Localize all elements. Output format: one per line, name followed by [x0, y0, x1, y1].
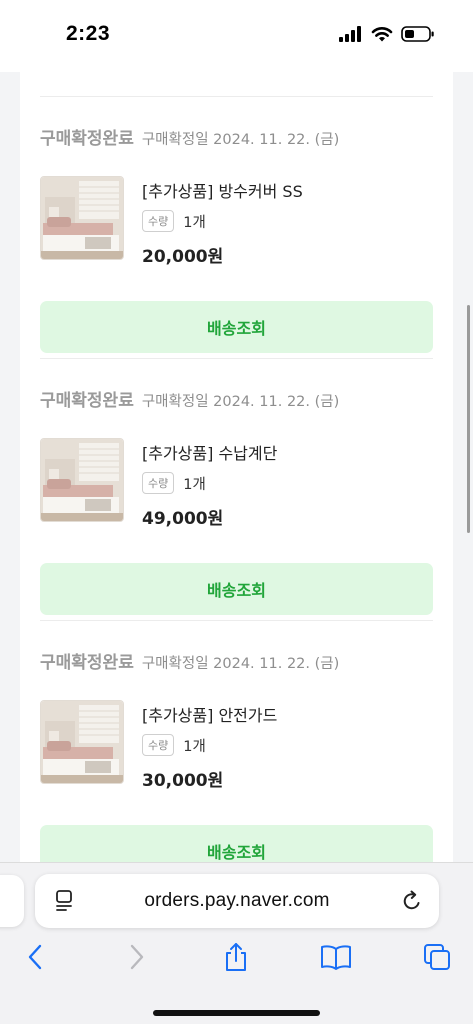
quantity-value: 1개 [183, 214, 206, 231]
product-thumbnail[interactable] [40, 176, 124, 260]
product-name[interactable]: [추가상품] 수납계단 [142, 440, 277, 464]
quantity-value: 1개 [183, 738, 206, 755]
product-name[interactable]: [추가상품] 안전가드 [142, 702, 277, 726]
order-header: 구매확정완료 구매확정일 2024. 11. 22. (금) [40, 124, 339, 149]
order-header: 구매확정완료 구매확정일 2024. 11. 22. (금) [40, 386, 339, 411]
url-text[interactable]: orders.pay.naver.com [95, 890, 379, 912]
track-delivery-button[interactable]: 배송조회 [40, 301, 433, 353]
order-status: 구매확정완료 [40, 129, 134, 149]
forward-button[interactable] [117, 943, 157, 975]
product-price: 30,000원 [142, 771, 224, 791]
status-bar: 2:23 [0, 0, 473, 72]
product-name[interactable]: [추가상품] 방수커버 SS [142, 178, 303, 202]
status-icons [339, 26, 435, 46]
quantity-label: 수량 [142, 210, 175, 232]
battery-icon [401, 26, 435, 46]
order-confirm-date: 구매확정일 2024. 11. 22. (금) [141, 132, 340, 148]
bookmarks-icon [320, 944, 352, 974]
cellular-signal-icon [339, 26, 363, 46]
quantity-value: 1개 [183, 476, 206, 493]
tabs-button[interactable] [417, 943, 457, 975]
back-icon [27, 944, 43, 974]
page-menu-icon[interactable] [55, 889, 75, 917]
order-item: 구매확정완료 구매확정일 2024. 11. 22. (금) [추가상품] 안전… [20, 648, 453, 862]
order-status: 구매확정완료 [40, 653, 134, 673]
order-header: 구매확정완료 구매확정일 2024. 11. 22. (금) [40, 648, 339, 673]
order-item: 구매확정완료 구매확정일 2024. 11. 22. (금) [추가상품] 수납… [20, 386, 453, 648]
back-button[interactable] [15, 943, 55, 975]
status-time: 2:23 [66, 22, 111, 45]
product-thumbnail[interactable] [40, 438, 124, 522]
divider [40, 620, 433, 621]
reload-icon[interactable] [401, 889, 423, 917]
quantity-row: 수량 1개 [142, 210, 206, 232]
product-price: 49,000원 [142, 509, 224, 529]
track-delivery-button[interactable]: 배송조회 [40, 563, 433, 615]
order-confirm-date: 구매확정일 2024. 11. 22. (금) [141, 394, 340, 410]
share-icon [223, 942, 249, 976]
product-price: 20,000원 [142, 247, 224, 267]
home-indicator [153, 1010, 320, 1016]
divider [40, 358, 433, 359]
order-list: 구매확정완료 구매확정일 2024. 11. 22. (금) [추가상품] 방수… [20, 72, 453, 862]
order-status: 구매확정완료 [40, 391, 134, 411]
wifi-icon [371, 26, 393, 46]
quantity-row: 수량 1개 [142, 734, 206, 756]
address-bar[interactable]: orders.pay.naver.com [35, 874, 439, 928]
share-button[interactable] [216, 943, 256, 975]
scrollbar[interactable] [467, 305, 470, 533]
quantity-label: 수량 [142, 472, 175, 494]
quantity-row: 수량 1개 [142, 472, 206, 494]
quantity-label: 수량 [142, 734, 175, 756]
product-thumbnail[interactable] [40, 700, 124, 784]
forward-icon [129, 944, 145, 974]
track-delivery-button[interactable]: 배송조회 [40, 825, 433, 862]
previous-tab-preview[interactable] [0, 875, 24, 927]
divider [40, 96, 433, 97]
order-confirm-date: 구매확정일 2024. 11. 22. (금) [141, 656, 340, 672]
tabs-icon [423, 943, 451, 975]
order-item: 구매확정완료 구매확정일 2024. 11. 22. (금) [추가상품] 방수… [20, 124, 453, 386]
browser-bottom-bar: orders.pay.naver.com [0, 862, 473, 1024]
bookmarks-button[interactable] [316, 943, 356, 975]
